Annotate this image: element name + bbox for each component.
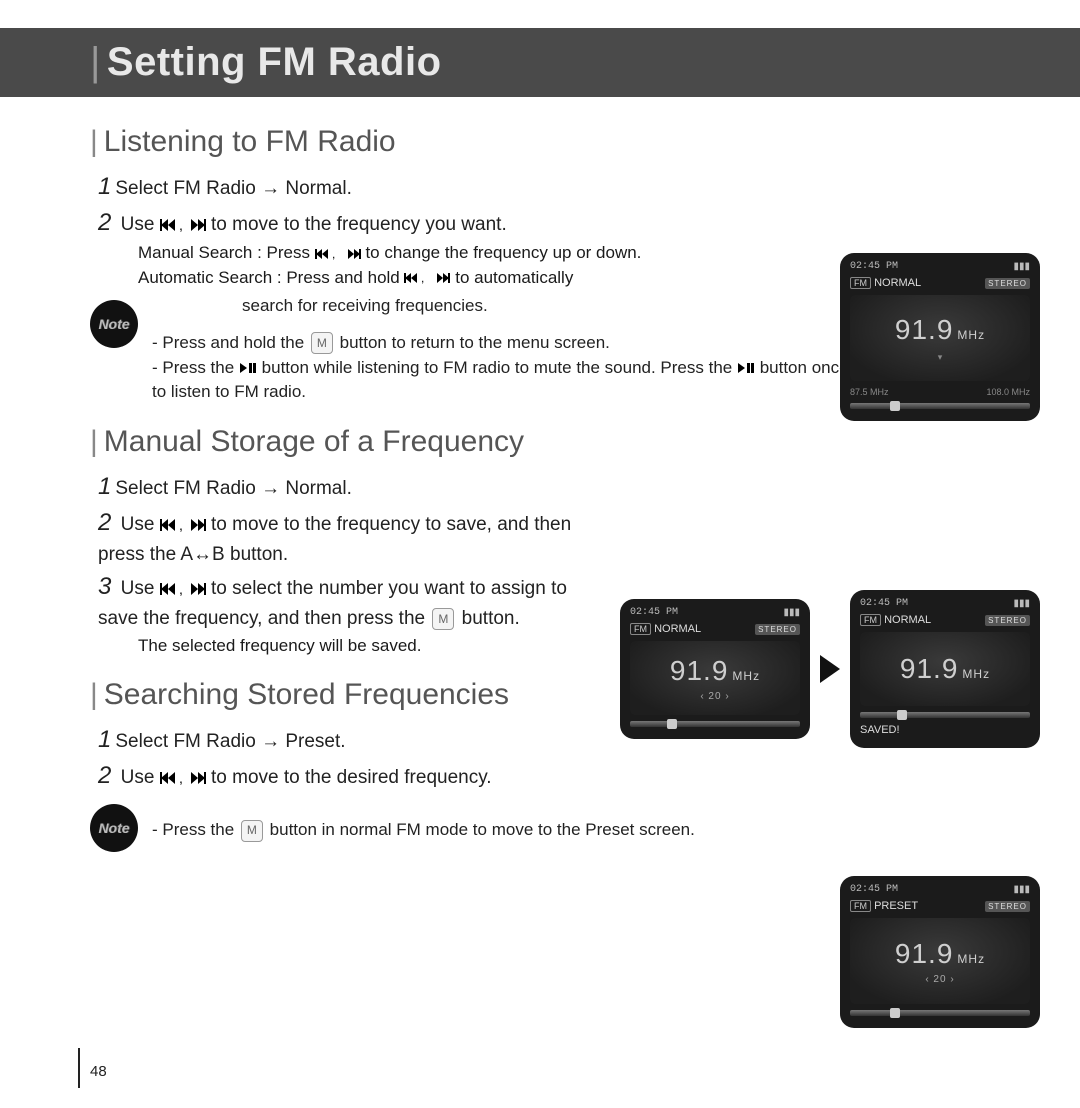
stereo-badge: STEREO xyxy=(985,615,1030,626)
device-mode: PRESET xyxy=(874,900,918,912)
freq-unit: MHz xyxy=(957,952,985,966)
section-heading-text: Manual Storage of a Frequency xyxy=(104,425,524,458)
device-frequency: 91.9 xyxy=(895,314,954,345)
arrow-right-icon xyxy=(820,655,840,683)
fm-badge: FM xyxy=(850,277,871,289)
battery-icon: ▮▮▮ xyxy=(1013,598,1030,610)
preset-num: ‹ 20 › xyxy=(925,974,954,985)
page-number: 48 xyxy=(90,1063,107,1080)
step-text: Use xyxy=(121,214,160,235)
device-frequency: 91.9 xyxy=(895,938,954,969)
note-badge: Note xyxy=(90,804,138,852)
device-frequency: 91.9 xyxy=(670,655,729,686)
battery-icon: ▮▮▮ xyxy=(1013,261,1030,273)
menu-button-icon: M xyxy=(311,332,333,354)
sub-text: Manual Search : Press xyxy=(138,243,315,262)
svg-text:,: , xyxy=(179,582,183,596)
device-time: 02:45 PM xyxy=(630,607,678,619)
freq-unit: MHz xyxy=(962,667,990,681)
saved-label: SAVED! xyxy=(860,724,1030,736)
step-text: Select FM Radio → Normal. xyxy=(115,478,352,499)
device-time: 02:45 PM xyxy=(850,884,898,896)
section-heading: |Listening to FM Radio xyxy=(90,125,1020,159)
prev-next-icon: , xyxy=(160,218,206,232)
page-title-bar: |Setting FM Radio xyxy=(0,28,1080,97)
stereo-badge: STEREO xyxy=(985,278,1030,289)
note-text: button in normal FM mode to move to the … xyxy=(270,820,695,839)
prev-next-icon: , xyxy=(315,248,361,260)
sub-text: to change the frequency up or down. xyxy=(365,243,641,262)
note-text: button while listening to FM radio to mu… xyxy=(262,358,737,377)
freq-bar xyxy=(850,403,1030,409)
section-heading-text: Searching Stored Frequencies xyxy=(104,678,509,711)
note-badge: Note xyxy=(90,300,138,348)
step-text: Use xyxy=(121,514,160,535)
play-pause-icon xyxy=(239,362,257,374)
device-illustration: 02:45 PM▮▮▮ FM NORMALSTEREO 91.9MHz▾ 87.… xyxy=(840,253,1040,421)
device-time: 02:45 PM xyxy=(860,598,908,610)
prev-next-icon: , xyxy=(160,582,206,596)
stereo-badge: STEREO xyxy=(755,624,800,635)
menu-button-icon: M xyxy=(241,820,263,842)
section-searching-stored: |Searching Stored Frequencies 1Select FM… xyxy=(90,678,710,852)
prev-next-icon: , xyxy=(404,272,450,284)
step-text: to move to the frequency you want. xyxy=(211,214,507,235)
svg-text:,: , xyxy=(421,272,424,284)
sub-text: search for receiving frequencies. xyxy=(242,294,912,319)
range-low: 87.5 MHz xyxy=(850,387,889,397)
left-rule xyxy=(78,1048,80,1088)
step-text: button. xyxy=(462,608,520,629)
note-text: button to return to the menu screen. xyxy=(340,333,610,352)
section-heading: |Searching Stored Frequencies xyxy=(90,678,710,712)
svg-text:,: , xyxy=(179,518,183,532)
device-illustration: 02:45 PM ▮▮▮ FM PRESET STEREO 91.9MHz‹ 20 … xyxy=(840,876,1040,1028)
svg-text:,: , xyxy=(179,218,183,232)
sub-text: to automatically xyxy=(455,268,573,287)
battery-icon: ▮▮▮ xyxy=(783,607,800,619)
prev-next-icon: , xyxy=(160,771,206,785)
play-pause-icon xyxy=(737,362,755,374)
freq-unit: MHz xyxy=(957,328,985,342)
freq-bar xyxy=(860,712,1030,718)
note-text: - Press the xyxy=(152,820,239,839)
section-heading-text: Listening to FM Radio xyxy=(104,125,396,158)
step-text: Use xyxy=(121,578,160,599)
step-text: Use xyxy=(121,767,160,788)
device-time: 02:45 PM xyxy=(850,261,898,273)
svg-text:,: , xyxy=(179,771,183,785)
preset-num: ‹ 20 › xyxy=(700,691,729,702)
freq-bar xyxy=(850,1010,1030,1016)
sub-text: The selected frequency will be saved. xyxy=(138,634,610,659)
freq-bar xyxy=(630,721,800,727)
freq-unit: MHz xyxy=(732,669,760,683)
step-text: to move to the desired frequency. xyxy=(211,767,492,788)
fm-badge: FM xyxy=(850,900,871,912)
prev-next-icon: , xyxy=(160,518,206,532)
battery-icon: ▮▮▮ xyxy=(1013,884,1030,896)
section-heading: |Manual Storage of a Frequency xyxy=(90,425,610,459)
step-text: Select FM Radio → Normal. xyxy=(115,178,352,199)
sub-text: Automatic Search : Press and hold xyxy=(138,268,404,287)
range-high: 108.0 MHz xyxy=(986,387,1030,397)
device-mode: NORMAL xyxy=(874,277,921,289)
device-mode: NORMAL xyxy=(654,623,701,635)
stereo-badge: STEREO xyxy=(985,901,1030,912)
note-text: - Press and hold the xyxy=(152,333,309,352)
device-frequency: 91.9 xyxy=(900,653,959,684)
fm-badge: FM xyxy=(860,614,881,626)
svg-text:,: , xyxy=(332,248,335,260)
page-title: Setting FM Radio xyxy=(107,40,442,84)
fm-badge: FM xyxy=(630,623,651,635)
section-manual-storage: |Manual Storage of a Frequency 1Select F… xyxy=(90,425,610,659)
step-text: Select FM Radio → Preset. xyxy=(115,731,345,752)
menu-button-icon: M xyxy=(432,608,454,630)
note-text: - Press the xyxy=(152,358,239,377)
device-illustration-pair: 02:45 PM▮▮▮ FM NORMALSTEREO 91.9MHz‹ 20 … xyxy=(620,590,1040,748)
device-mode: NORMAL xyxy=(884,614,931,626)
